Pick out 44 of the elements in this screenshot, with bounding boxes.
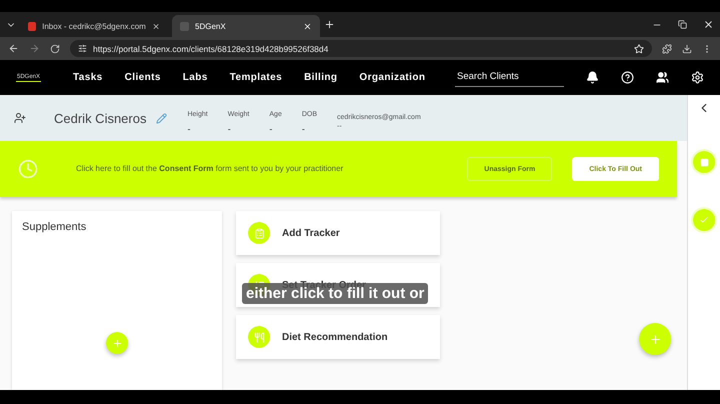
browser-tab[interactable]: 5DGenX [172,15,320,37]
nav-link[interactable]: Labs [182,72,208,83]
nav-link[interactable]: Tasks [73,72,103,83]
action-card[interactable]: Diet Recommendation [236,315,440,359]
clock-icon [18,159,38,179]
field-value: - [269,124,274,134]
plus-icon [648,332,662,346]
bell-icon[interactable] [586,71,599,84]
new-tab-icon[interactable] [324,19,335,30]
favicon-icon [28,22,36,30]
field-value: - [228,124,232,134]
action-icon [248,326,270,348]
back-icon[interactable] [8,43,19,54]
download-icon[interactable] [682,44,692,54]
extensions-icon[interactable] [662,44,672,54]
site-settings-icon[interactable] [78,44,87,53]
card-title: Supplements [22,221,86,233]
bookmark-icon[interactable] [634,44,644,54]
nav-link[interactable]: Templates [230,72,282,83]
settings-icon[interactable] [691,71,704,84]
banner-text: Click here to fill out the Consent Form form sent to you by your practitioner [76,164,344,174]
reload-icon[interactable] [50,44,60,54]
close-icon[interactable] [152,22,160,30]
restore-icon[interactable] [678,20,687,29]
plus-icon [112,338,122,348]
browser-tab[interactable]: Inbox - cedrikc@5dgenx.com [20,15,168,37]
people-icon[interactable] [656,71,669,84]
search-field[interactable]: Search Clients [455,68,564,86]
check-step-icon[interactable] [693,209,715,231]
help-icon[interactable] [621,71,634,84]
close-icon[interactable] [303,22,312,30]
address-field[interactable]: https://portal.5dgenx.com/clients/68128e319d428b99526f38d4 [70,40,652,57]
action-card[interactable]: Add Tracker [236,211,440,255]
nav-link[interactable]: Organization [359,72,426,83]
nav-link[interactable]: Clients [124,72,161,83]
field-value: - [302,124,306,134]
favicon-icon [180,22,189,30]
client-name: Cedrik Cisneros [54,110,146,126]
add-person-icon[interactable] [14,112,26,124]
nav-link[interactable]: Billing [304,72,338,83]
close-icon[interactable] [703,19,714,30]
field-value: - [187,124,192,134]
forward-icon[interactable] [29,43,40,54]
action-icon [248,222,270,244]
